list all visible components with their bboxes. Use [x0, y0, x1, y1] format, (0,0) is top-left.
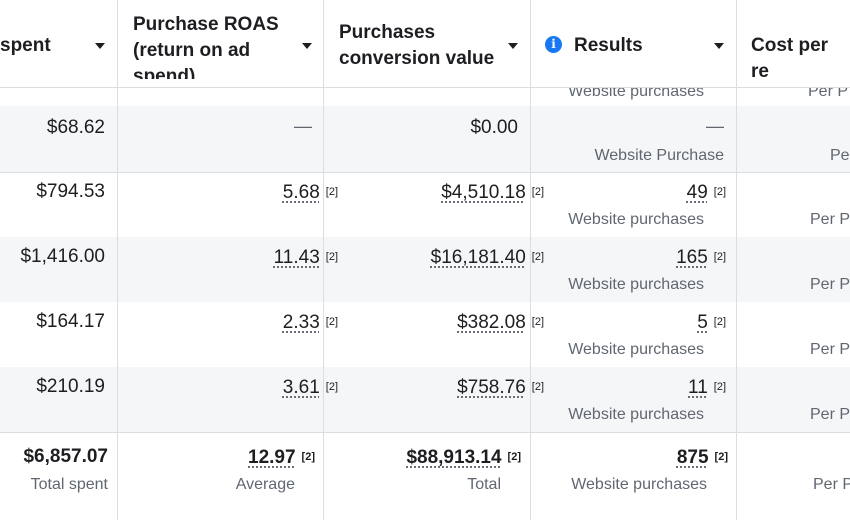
table-row[interactable]: $68.62 — $0.00 — Website Purchase Pe: [0, 106, 850, 172]
roas-value[interactable]: 5.68: [283, 182, 320, 203]
conversion-value[interactable]: $4,510.18: [441, 182, 526, 203]
cost-sub: Per P: [810, 406, 850, 423]
cost-sub: Per P: [810, 341, 850, 358]
cost-sub: Per P: [810, 276, 850, 293]
roas-value[interactable]: 3.61: [283, 377, 320, 398]
column-divider[interactable]: [530, 0, 531, 520]
reference-mark: [2]: [713, 316, 726, 328]
results-sub: Website purchases: [568, 211, 704, 228]
column-header-spent[interactable]: spent: [0, 33, 51, 59]
total-spent-label: Total spent: [30, 476, 108, 493]
total-spent: $6,857.07: [23, 446, 108, 467]
cost-sub: Pe: [830, 147, 850, 164]
results-total-cell[interactable]: 875 [2]: [677, 445, 728, 470]
totals-row: $6,857.07 Total spent 12.97 [2] Average $…: [0, 433, 850, 520]
conversion-value[interactable]: $758.76: [457, 377, 526, 398]
roas-cell[interactable]: 3.61 [2]: [283, 375, 338, 400]
column-header-results[interactable]: Results: [574, 33, 643, 59]
results-value[interactable]: 165: [676, 247, 708, 268]
caret-down-icon[interactable]: [714, 43, 724, 49]
amount-spent: $164.17: [36, 311, 105, 332]
ads-table: Website purchases Per P $68.62 — $0.00 —…: [0, 0, 850, 520]
results-value[interactable]: 5: [697, 312, 708, 333]
conversion-cell[interactable]: $16,181.40 [2]: [431, 245, 544, 270]
roas-cell[interactable]: 5.68 [2]: [283, 180, 338, 205]
column-divider[interactable]: [117, 0, 118, 520]
caret-down-icon[interactable]: [508, 43, 518, 49]
conversion-total-label: Total: [467, 476, 501, 493]
results-cell[interactable]: 5 [2]: [697, 310, 726, 335]
conversion-header-line-1: Purchases: [339, 22, 436, 43]
results-sub: Website purchases: [568, 406, 704, 423]
conversion-value[interactable]: $382.08: [457, 312, 526, 333]
roas-header-line-3: spend): [133, 66, 196, 79]
column-header-cost-per-result[interactable]: Cost per re: [751, 33, 850, 85]
results-sub: Website Purchase: [594, 147, 724, 164]
reference-mark: [2]: [325, 186, 338, 198]
conversion-total[interactable]: $88,913.14: [406, 447, 501, 468]
results-sub: Website purchases: [568, 341, 704, 358]
reference-mark: [2]: [531, 381, 544, 393]
reference-mark: [2]: [713, 186, 726, 198]
roas-total-label: Average: [235, 476, 295, 493]
conversion-cell[interactable]: $4,510.18 [2]: [441, 180, 544, 205]
roas-value[interactable]: 11.43: [274, 247, 320, 268]
results-cell[interactable]: 165 [2]: [676, 245, 726, 270]
results-value[interactable]: 49: [687, 182, 708, 203]
column-divider[interactable]: [323, 0, 324, 520]
table-row[interactable]: $794.53 5.68 [2] $4,510.18 [2] 49 [2] Websi…: [0, 172, 850, 237]
table-row[interactable]: $164.17 2.33 [2] $382.08 [2] 5 [2] Website …: [0, 302, 850, 367]
reference-mark: [2]: [531, 186, 544, 198]
table-header: spent Purchase ROAS (return on ad spend)…: [0, 0, 850, 88]
results-total-label: Website purchases: [571, 476, 707, 493]
reference-mark: [2]: [531, 316, 544, 328]
conversion-value: $0.00: [470, 117, 518, 138]
reference-mark: [2]: [301, 451, 315, 463]
roas-header-line-2: (return on ad: [133, 40, 251, 61]
roas-header-line-1: Purchase ROAS: [133, 14, 279, 35]
roas-cell[interactable]: 11.43 [2]: [274, 245, 338, 270]
info-icon[interactable]: i: [545, 36, 562, 53]
roas-value[interactable]: 2.33: [283, 312, 320, 333]
amount-spent: $68.62: [46, 117, 105, 138]
results-value: —: [706, 116, 724, 136]
reference-mark: [2]: [714, 451, 728, 463]
reference-mark: [2]: [325, 316, 338, 328]
amount-spent: $210.19: [36, 376, 105, 397]
conversion-value[interactable]: $16,181.40: [431, 247, 526, 268]
table-row-partial: Website purchases Per P: [0, 83, 850, 106]
table-row[interactable]: $210.19 3.61 [2] $758.76 [2] 11 [2] Website…: [0, 367, 850, 432]
amount-spent: $1,416.00: [20, 246, 105, 267]
cost-total-label: Per P: [813, 476, 850, 493]
caret-down-icon[interactable]: [95, 43, 105, 49]
amount-spent: $794.53: [36, 181, 105, 202]
results-sub: Website purchases: [568, 276, 704, 293]
caret-down-icon[interactable]: [302, 43, 312, 49]
roas-cell[interactable]: 2.33 [2]: [283, 310, 338, 335]
roas-total[interactable]: 12.97: [248, 447, 296, 468]
results-total[interactable]: 875: [677, 447, 709, 468]
conversion-header-line-2: conversion value: [339, 48, 495, 69]
reference-mark: [2]: [325, 251, 338, 263]
results-cell[interactable]: 49 [2]: [687, 180, 726, 205]
reference-mark: [2]: [713, 251, 726, 263]
reference-mark: [2]: [713, 381, 726, 393]
reference-mark: [2]: [325, 381, 338, 393]
roas-total-cell[interactable]: 12.97 [2]: [248, 445, 315, 470]
column-divider[interactable]: [736, 0, 737, 520]
table-row[interactable]: $1,416.00 11.43 [2] $16,181.40 [2] 165 [2] …: [0, 237, 850, 302]
results-cell[interactable]: 11 [2]: [688, 375, 726, 400]
roas-value: —: [294, 116, 312, 136]
conversion-total-cell[interactable]: $88,913.14 [2]: [406, 445, 521, 470]
cost-sub: Per P: [810, 211, 850, 228]
reference-mark: [2]: [507, 451, 521, 463]
results-value[interactable]: 11: [688, 377, 708, 398]
reference-mark: [2]: [531, 251, 544, 263]
column-header-conversion-value[interactable]: Purchases conversion value: [339, 20, 494, 72]
column-header-roas[interactable]: Purchase ROAS (return on ad spend): [133, 12, 279, 79]
